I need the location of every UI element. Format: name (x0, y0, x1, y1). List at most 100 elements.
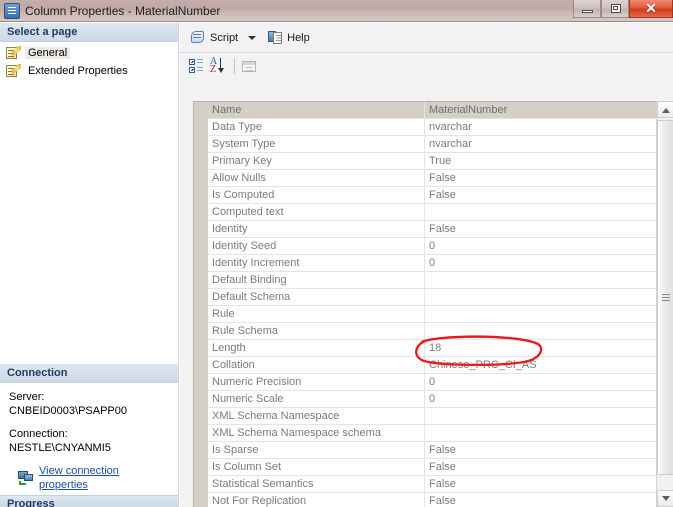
view-connection-properties-row[interactable]: View connection properties (9, 464, 170, 492)
property-value-cell[interactable]: False (424, 458, 656, 476)
property-value-cell[interactable]: True (424, 152, 656, 170)
row-gutter (194, 356, 208, 374)
table-row[interactable]: Allow Nulls False (194, 169, 656, 187)
table-row[interactable]: Numeric Precision 0 (194, 373, 656, 391)
table-row[interactable]: Computed text (194, 203, 656, 221)
row-gutter (194, 271, 208, 289)
property-value-cell[interactable]: MaterialNumber (424, 102, 656, 119)
close-button[interactable]: ✕ (629, 0, 673, 18)
connection-header: Connection (0, 364, 178, 383)
page-icon (5, 64, 21, 78)
table-row[interactable]: XML Schema Namespace schema (194, 424, 656, 442)
table-row[interactable]: Default Binding (194, 271, 656, 289)
table-row[interactable]: Name MaterialNumber (194, 102, 656, 119)
property-name-cell: Primary Key (208, 152, 425, 170)
sidebar-item-general[interactable]: General (0, 44, 178, 62)
property-value-cell[interactable]: False (424, 186, 656, 204)
table-row[interactable]: Not For Replication False (194, 492, 656, 507)
table-row[interactable]: Rule Schema (194, 322, 656, 340)
row-gutter (194, 390, 208, 408)
property-value-cell[interactable] (424, 424, 656, 442)
minimize-button[interactable] (573, 0, 601, 18)
property-grid[interactable]: Name MaterialNumber Data Type nvarchar Syste… (193, 101, 657, 507)
property-value-cell[interactable]: 18 (424, 339, 656, 357)
property-value-cell[interactable]: 0 (424, 373, 656, 391)
table-row[interactable]: Is Computed False (194, 186, 656, 204)
row-gutter (194, 254, 208, 272)
script-icon (190, 30, 206, 45)
property-name-cell: Is Column Set (208, 458, 425, 476)
table-row[interactable]: Data Type nvarchar (194, 118, 656, 136)
property-value-cell[interactable]: False (424, 475, 656, 493)
maximize-button[interactable] (601, 0, 629, 18)
table-row[interactable]: Is Column Set False (194, 458, 656, 476)
property-name-cell: Name (208, 102, 425, 119)
property-name-cell: XML Schema Namespace (208, 407, 425, 425)
property-value-cell[interactable] (424, 407, 656, 425)
property-value-cell[interactable] (424, 288, 656, 306)
chevron-down-icon[interactable] (248, 35, 257, 40)
toolbar-separator (234, 58, 235, 74)
property-grid-scrollbar[interactable] (656, 101, 673, 507)
close-icon: ✕ (645, 0, 657, 16)
script-label: Script (210, 31, 239, 44)
table-row[interactable]: Statistical Semantics False (194, 475, 656, 493)
connection-label: Connection: (9, 428, 68, 440)
property-name-cell: Identity Increment (208, 254, 425, 272)
alphabetical-sort-icon[interactable]: AZ (208, 56, 228, 76)
property-name-cell: Rule (208, 305, 425, 323)
table-row[interactable]: Numeric Scale 0 (194, 390, 656, 408)
scroll-up-arrow-icon[interactable] (657, 101, 673, 118)
table-row[interactable]: Length 18 (194, 339, 656, 357)
row-gutter (194, 203, 208, 221)
categorized-view-icon[interactable] (186, 56, 206, 76)
property-value-cell[interactable]: 0 (424, 254, 656, 272)
table-row[interactable]: Is Sparse False (194, 441, 656, 459)
page-list: General Extended Properties (0, 42, 178, 80)
property-value-cell[interactable]: 0 (424, 237, 656, 255)
row-gutter (194, 237, 208, 255)
table-row[interactable]: Rule (194, 305, 656, 323)
property-value-cell[interactable]: False (424, 220, 656, 238)
property-value-cell[interactable]: Chinese_PRC_CI_AS (424, 356, 656, 374)
property-name-cell: Numeric Precision (208, 373, 425, 391)
scroll-thumb[interactable] (657, 120, 673, 475)
grid-toolbar: AZ (180, 53, 673, 79)
sidebar-item-extended-properties[interactable]: Extended Properties (0, 62, 178, 80)
row-gutter (194, 152, 208, 170)
property-value-cell[interactable] (424, 322, 656, 340)
row-gutter (194, 407, 208, 425)
main-toolbar: Script Help (180, 23, 673, 53)
scroll-down-arrow-icon[interactable] (657, 490, 673, 507)
script-button[interactable]: Script (186, 27, 242, 49)
property-value-cell[interactable] (424, 271, 656, 289)
row-gutter (194, 441, 208, 459)
row-gutter (194, 305, 208, 323)
property-value-cell[interactable]: nvarchar (424, 118, 656, 136)
property-value-cell[interactable]: 0 (424, 390, 656, 408)
row-gutter (194, 288, 208, 306)
table-row[interactable]: Default Schema (194, 288, 656, 306)
table-row[interactable]: Collation Chinese_PRC_CI_AS (194, 356, 656, 374)
property-value-cell[interactable]: False (424, 169, 656, 187)
property-name-cell: Default Schema (208, 288, 425, 306)
sidebar-item-label: Extended Properties (28, 65, 128, 77)
table-row[interactable]: System Type nvarchar (194, 135, 656, 153)
view-connection-properties-link[interactable]: View connection properties (39, 464, 170, 492)
property-value-cell[interactable] (424, 203, 656, 221)
row-gutter (194, 135, 208, 153)
property-value-cell[interactable]: nvarchar (424, 135, 656, 153)
table-row[interactable]: Primary Key True (194, 152, 656, 170)
row-gutter (194, 339, 208, 357)
property-name-cell: Is Sparse (208, 441, 425, 459)
table-row[interactable]: Identity Increment 0 (194, 254, 656, 272)
property-value-cell[interactable]: False (424, 492, 656, 507)
property-value-cell[interactable] (424, 305, 656, 323)
property-value-cell[interactable]: False (424, 441, 656, 459)
connection-value: NESTLE\CNYANMI5 (9, 442, 111, 454)
table-row[interactable]: Identity False (194, 220, 656, 238)
property-name-cell: System Type (208, 135, 425, 153)
table-row[interactable]: XML Schema Namespace (194, 407, 656, 425)
help-button[interactable]: Help (264, 27, 314, 49)
table-row[interactable]: Identity Seed 0 (194, 237, 656, 255)
